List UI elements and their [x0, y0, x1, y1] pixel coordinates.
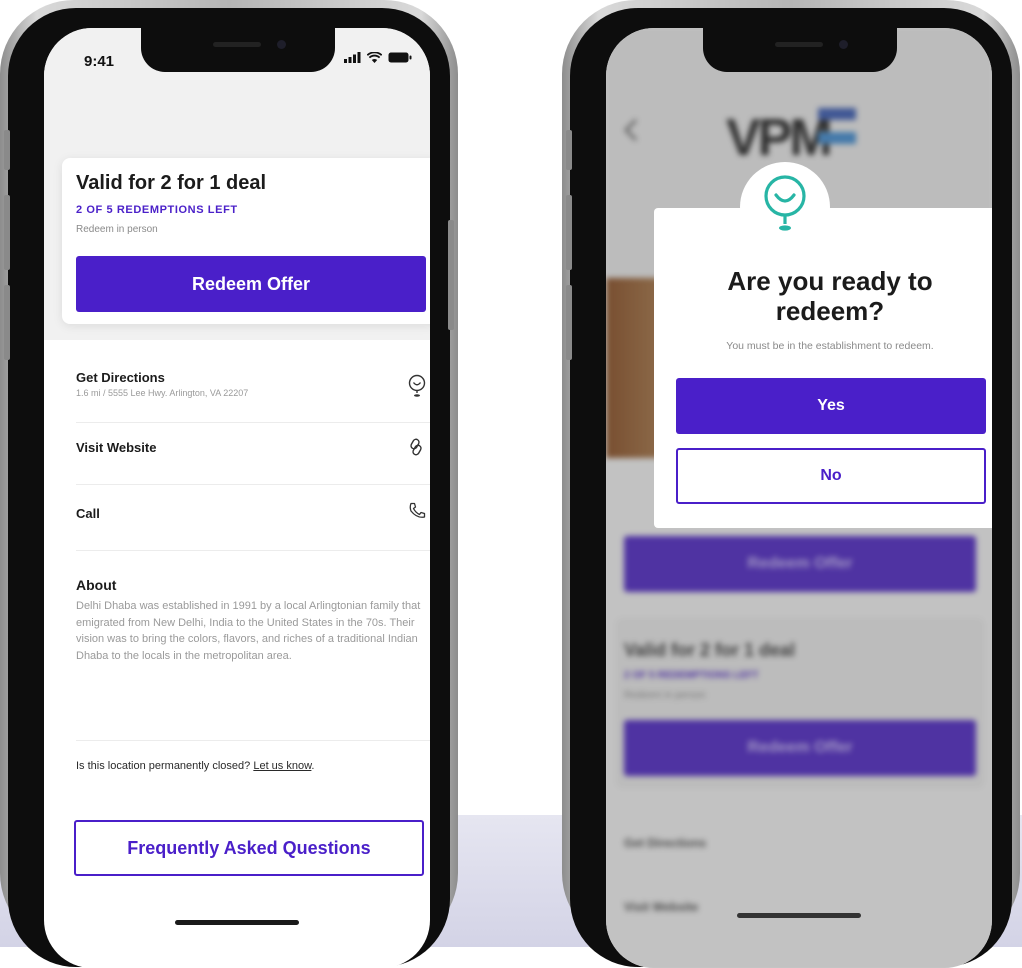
- left-phone: 9:41 Valid for 2 for 1 deal 2 OF 5 REDEM…: [0, 0, 458, 968]
- side-button: [566, 195, 572, 270]
- side-button: [4, 285, 10, 360]
- battery-icon: [388, 52, 412, 63]
- offer-title: Valid for 2 for 1 deal: [76, 172, 267, 194]
- side-button: [448, 220, 454, 330]
- yes-button[interactable]: Yes: [676, 378, 986, 434]
- right-screen: VPM Redeem Offer Valid for 2 for 1 deal …: [606, 28, 992, 968]
- about-heading: About: [76, 577, 117, 593]
- home-indicator: [737, 913, 861, 918]
- modal-title: Are you ready to redeem?: [727, 266, 933, 326]
- closed-location-line: Is this location permanently closed? Let…: [76, 760, 315, 772]
- right-phone: VPM Redeem Offer Valid for 2 for 1 deal …: [562, 0, 1020, 968]
- modal-subtitle: You must be in the establishment to rede…: [726, 340, 934, 352]
- faq-button[interactable]: Frequently Asked Questions: [74, 820, 424, 876]
- visit-website-label: Visit Website: [76, 440, 157, 455]
- left-screen: 9:41 Valid for 2 for 1 deal 2 OF 5 REDEM…: [44, 28, 430, 968]
- call-label: Call: [76, 506, 100, 521]
- phone-icon: [409, 502, 426, 518]
- address-text: 1.6 mi / 5555 Lee Hwy. Arlington, VA 222…: [76, 388, 249, 398]
- signal-icon: [344, 52, 361, 63]
- offer-subtitle: Redeem in person: [76, 224, 158, 235]
- call-row[interactable]: Call: [76, 502, 430, 551]
- about-text: Delhi Dhaba was established in 1991 by a…: [76, 600, 421, 663]
- offer-card: Valid for 2 for 1 deal 2 OF 5 REDEMPTION…: [62, 158, 430, 324]
- divider: [76, 740, 430, 741]
- redeem-offer-button[interactable]: Redeem Offer: [76, 256, 426, 312]
- side-button: [4, 195, 10, 270]
- redemptions-left: 2 OF 5 REDEMPTIONS LEFT: [76, 204, 238, 216]
- notch: [141, 28, 335, 72]
- location-pin-icon: [408, 374, 426, 397]
- get-directions-label: Get Directions: [76, 370, 165, 385]
- home-indicator: [175, 920, 299, 925]
- link-icon: [410, 438, 422, 456]
- side-button: [566, 285, 572, 360]
- wifi-icon: [367, 52, 382, 63]
- no-button[interactable]: No: [676, 448, 986, 504]
- side-button: [566, 130, 572, 170]
- modal-icon-bubble: [740, 162, 830, 252]
- visit-website-row[interactable]: Visit Website: [76, 438, 430, 485]
- status-time: 9:41: [84, 53, 115, 70]
- closed-question: Is this location permanently closed?: [76, 760, 251, 772]
- let-us-know-link[interactable]: Let us know: [253, 760, 311, 772]
- redeem-modal: Are you ready to redeem? You must be in …: [654, 208, 992, 528]
- location-pin-icon: [764, 175, 806, 231]
- get-directions-row[interactable]: Get Directions 1.6 mi / 5555 Lee Hwy. Ar…: [76, 370, 430, 423]
- side-button: [4, 130, 10, 170]
- notch: [703, 28, 897, 72]
